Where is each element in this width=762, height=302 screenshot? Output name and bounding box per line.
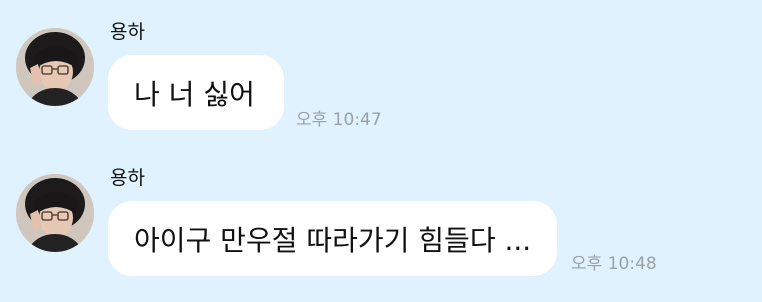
message-bubble[interactable]: 나 너 싫어 xyxy=(108,55,284,130)
chat-thread: 용하 나 너 싫어 오후 10:47 용하 아이구 만우절 따라가기 힘들다 .… xyxy=(0,0,762,302)
avatar[interactable] xyxy=(16,174,94,252)
message-row: 용하 아이구 만우절 따라가기 힘들다 ... 오후 10:48 xyxy=(0,146,762,286)
message-bubble[interactable]: 아이구 만우절 따라가기 힘들다 ... xyxy=(108,201,557,276)
message-row: 용하 나 너 싫어 오후 10:47 xyxy=(0,0,762,140)
sender-name: 용하 xyxy=(110,21,145,43)
message-timestamp: 오후 10:47 xyxy=(296,110,382,130)
sender-name: 용하 xyxy=(110,167,145,189)
message-timestamp: 오후 10:48 xyxy=(571,254,657,274)
avatar[interactable] xyxy=(16,28,94,106)
